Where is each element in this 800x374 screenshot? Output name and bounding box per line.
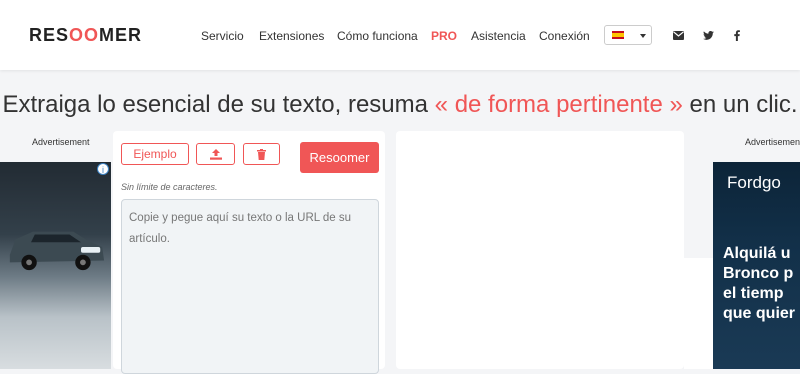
ad-label-left: Advertisement: [32, 137, 90, 147]
trash-icon: [257, 148, 266, 160]
upload-icon: [209, 148, 222, 160]
text-input[interactable]: Copie y pegue aquí su texto o la URL de …: [121, 199, 379, 374]
car-image: [9, 231, 105, 271]
ad-line: que quier: [723, 305, 796, 322]
logo-suffix: MER: [99, 25, 143, 45]
nav-extensiones[interactable]: Extensiones: [259, 29, 324, 43]
headline-highlight: « de forma pertinente »: [434, 91, 683, 118]
site-header: RESOOMER Servicio Extensiones Cómo funci…: [0, 0, 800, 70]
envelope-icon[interactable]: [672, 29, 684, 41]
logo-accent: OO: [69, 25, 100, 45]
ad-label-right: Advertisement: [745, 137, 800, 147]
page-title: Extraiga lo esencial de su texto, resuma…: [0, 91, 800, 119]
ad-banner-right[interactable]: Fordgo Alquilá u Bronco p el tiemp que q…: [713, 162, 800, 369]
ad-line: Alquilá u: [723, 245, 791, 262]
nav-asistencia[interactable]: Asistencia: [471, 29, 526, 43]
spain-flag-icon: [612, 31, 624, 39]
result-panel: [396, 131, 684, 369]
headline-text: Extraiga lo esencial de su texto, resuma: [2, 91, 435, 118]
facebook-icon[interactable]: [731, 29, 743, 41]
ad-info-icon[interactable]: i: [97, 163, 109, 175]
ad-text: Alquilá u Bronco p el tiemp que quier: [723, 244, 795, 324]
nav-conexion[interactable]: Conexión: [539, 29, 590, 43]
logo-prefix: RES: [29, 25, 70, 45]
example-button[interactable]: Ejemplo: [121, 143, 189, 165]
chevron-down-icon: [640, 34, 646, 38]
ad-brand: Fordgo: [727, 173, 781, 192]
ad-line: Bronco p: [723, 265, 794, 282]
upload-button[interactable]: [196, 143, 235, 165]
resoomer-submit-button[interactable]: Resoomer: [300, 142, 379, 173]
nav-servicio[interactable]: Servicio: [201, 29, 244, 43]
ad-line: el tiemp: [723, 285, 784, 302]
delete-button[interactable]: [243, 143, 280, 165]
divider: [684, 258, 713, 369]
nav-pro[interactable]: PRO: [431, 29, 457, 43]
nav-como-funciona[interactable]: Cómo funciona: [337, 29, 418, 43]
ad-banner-left[interactable]: [0, 162, 111, 369]
character-limit-note: Sin límite de caracteres.: [121, 182, 218, 192]
headline-text-end: en un clic.: [682, 91, 798, 118]
resoomer-logo[interactable]: RESOOMER: [29, 25, 142, 46]
language-select[interactable]: [604, 25, 652, 45]
twitter-icon[interactable]: [702, 29, 714, 41]
